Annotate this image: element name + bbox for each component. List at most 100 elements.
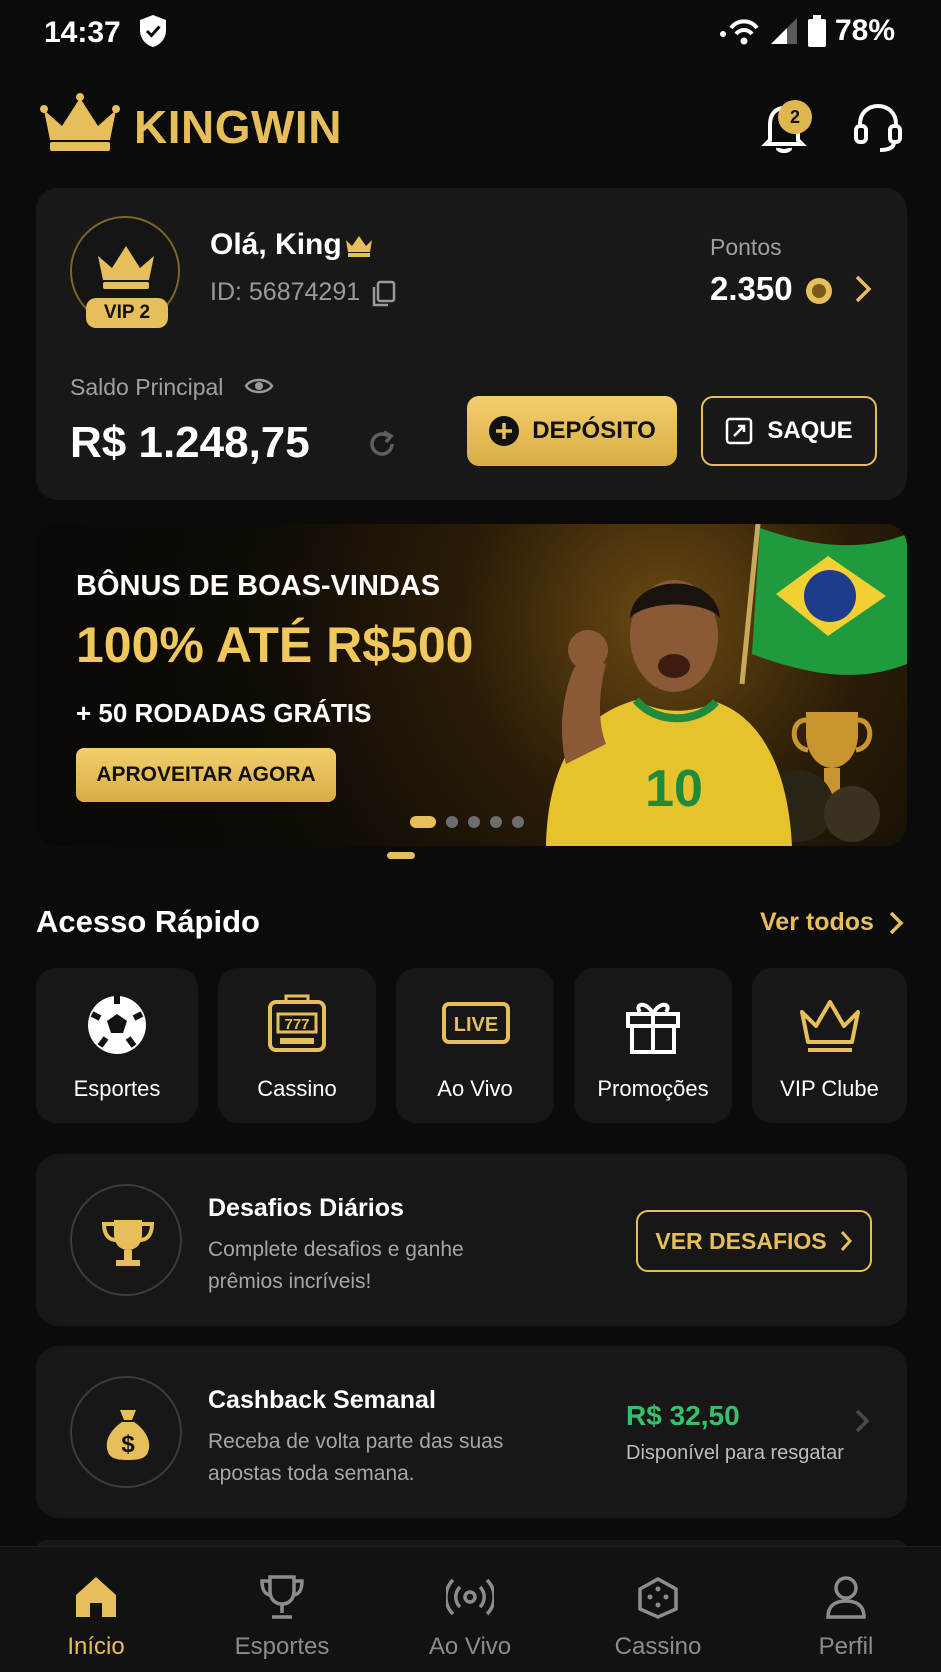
eye-icon[interactable] bbox=[244, 374, 274, 398]
challenges-description: Complete desafios e ganhe prêmios incrív… bbox=[208, 1234, 538, 1298]
quick-item-label: Cassino bbox=[257, 1076, 337, 1101]
user-id: ID: 56874291 bbox=[210, 278, 361, 306]
weekly-cashback-card[interactable]: $ Cashback Semanal Receba de volta parte… bbox=[36, 1346, 907, 1518]
quick-item-ao-vivo[interactable]: LIVE Ao Vivo bbox=[396, 968, 554, 1123]
crown-icon bbox=[98, 246, 154, 289]
vip-badge: VIP 2 bbox=[86, 298, 168, 328]
cashback-note: Disponível para resgatar bbox=[626, 1442, 844, 1464]
quick-item-label: Ao Vivo bbox=[437, 1076, 513, 1101]
copy-icon[interactable] bbox=[370, 280, 396, 308]
page-indicator bbox=[387, 852, 415, 859]
wifi-icon bbox=[719, 19, 759, 45]
chevron-right-icon bbox=[889, 911, 904, 934]
nav-label: Esportes bbox=[234, 1633, 330, 1660]
nav-item-esportes[interactable]: Esportes bbox=[202, 1547, 362, 1672]
nav-label: Ao Vivo bbox=[428, 1633, 512, 1660]
slot-machine-icon: 777 bbox=[268, 994, 326, 1052]
carousel-dot[interactable] bbox=[446, 816, 458, 828]
quick-item-cassino[interactable]: 777 Cassino bbox=[218, 968, 376, 1123]
crown-icon bbox=[800, 1000, 860, 1052]
trophy-icon-ring bbox=[70, 1184, 182, 1296]
live-icon: LIVE bbox=[442, 1002, 510, 1044]
see-all-label: Ver todos bbox=[760, 908, 874, 936]
battery-icon bbox=[807, 15, 826, 47]
broadcast-icon bbox=[446, 1578, 494, 1616]
banner-extra: + 50 RODADAS GRÁTIS bbox=[76, 698, 372, 728]
dice-icon bbox=[638, 1576, 678, 1619]
shield-check-icon bbox=[140, 15, 166, 47]
nav-item-inicio[interactable]: Início bbox=[16, 1547, 176, 1672]
nav-label: Início bbox=[67, 1633, 125, 1660]
quick-item-label: Esportes bbox=[73, 1076, 161, 1101]
quick-item-promocoes[interactable]: Promoções bbox=[574, 968, 732, 1123]
withdraw-button[interactable]: SAQUE bbox=[701, 396, 877, 466]
view-challenges-button[interactable]: VER DESAFIOS bbox=[636, 1210, 872, 1272]
quick-item-esportes[interactable]: Esportes bbox=[36, 968, 198, 1123]
signal-icon bbox=[770, 18, 797, 44]
quick-access-title: Acesso Rápido bbox=[36, 904, 260, 939]
balance-value: R$ 1.248,75 bbox=[70, 418, 310, 467]
cashback-title: Cashback Semanal bbox=[208, 1386, 436, 1414]
cashback-description-line: Receba de volta parte das suas bbox=[208, 1430, 504, 1453]
plus-circle-icon bbox=[489, 416, 520, 446]
headset-icon[interactable] bbox=[850, 98, 906, 154]
bottom-nav: Início Esportes Ao Vivo Cassino Perfil bbox=[0, 1546, 941, 1672]
chevron-right-icon[interactable] bbox=[854, 274, 872, 304]
points-label: Pontos bbox=[710, 234, 782, 260]
banner-title: 100% ATÉ R$500 bbox=[76, 617, 474, 673]
jersey-number: 10 bbox=[645, 760, 703, 818]
cashback-amount: R$ 32,50 bbox=[626, 1400, 740, 1431]
money-bag-icon-ring: $ bbox=[70, 1376, 182, 1488]
cashback-description: Receba de volta parte das suas apostas t… bbox=[208, 1426, 538, 1490]
nav-item-cassino[interactable]: Cassino bbox=[578, 1547, 738, 1672]
status-time: 14:37 bbox=[44, 16, 121, 49]
nav-item-ao-vivo[interactable]: Ao Vivo bbox=[390, 1547, 550, 1672]
status-bar: 14:37 78% bbox=[0, 0, 941, 66]
deposit-button[interactable]: DEPÓSITO bbox=[467, 396, 677, 466]
withdraw-icon bbox=[726, 417, 753, 445]
profile-card: VIP 2 Olá, King ID: 56874291 Pontos 2.35… bbox=[36, 188, 907, 500]
greeting: Olá, King bbox=[210, 228, 342, 261]
battery-percent: 78% bbox=[834, 14, 895, 47]
gift-icon bbox=[626, 1002, 680, 1054]
user-icon bbox=[826, 1576, 866, 1619]
carousel-dot[interactable] bbox=[468, 816, 480, 828]
quick-item-label: Promoções bbox=[597, 1076, 709, 1101]
carousel-dot[interactable] bbox=[410, 816, 436, 828]
nav-item-perfil[interactable]: Perfil bbox=[766, 1547, 926, 1672]
svg-text:$: $ bbox=[121, 1431, 135, 1458]
cashback-description-line: apostas toda semana. bbox=[208, 1462, 415, 1485]
home-icon bbox=[76, 1577, 116, 1617]
balance-label: Saldo Principal bbox=[70, 374, 224, 400]
status-icons: 78% bbox=[717, 14, 895, 48]
trophy-icon bbox=[101, 1220, 155, 1266]
brand-name: KINGWIN bbox=[134, 101, 342, 153]
promo-banner[interactable]: BÔNUS DE BOAS-VINDAS 100% ATÉ R$500 + 50… bbox=[36, 524, 907, 846]
soccer-ball-icon bbox=[88, 996, 146, 1054]
challenges-title: Desafios Diários bbox=[208, 1194, 404, 1222]
chevron-right-icon bbox=[840, 1231, 852, 1251]
trophy-icon bbox=[260, 1575, 304, 1619]
nav-label: Cassino bbox=[614, 1633, 702, 1660]
carousel-dot[interactable] bbox=[512, 816, 524, 828]
notification-badge: 2 bbox=[778, 100, 812, 134]
chevron-right-icon[interactable] bbox=[854, 1408, 870, 1434]
crown-logo-icon bbox=[40, 93, 120, 151]
coin-icon bbox=[806, 278, 832, 304]
see-all-link[interactable]: Ver todos bbox=[760, 908, 904, 937]
withdraw-label: SAQUE bbox=[767, 417, 853, 444]
carousel-dot[interactable] bbox=[490, 816, 502, 828]
deposit-label: DEPÓSITO bbox=[532, 417, 656, 444]
svg-text:777: 777 bbox=[284, 1016, 309, 1033]
refresh-icon[interactable] bbox=[366, 428, 398, 460]
svg-text:LIVE: LIVE bbox=[454, 1014, 498, 1036]
daily-challenges-card[interactable]: Desafios Diários Complete desafios e gan… bbox=[36, 1154, 907, 1326]
crown-small-icon bbox=[346, 236, 372, 257]
app-header: KINGWIN 2 bbox=[40, 88, 902, 164]
view-challenges-label: VER DESAFIOS bbox=[655, 1227, 827, 1254]
nav-label: Perfil bbox=[818, 1633, 874, 1660]
money-bag-icon: $ bbox=[106, 1410, 150, 1460]
challenges-description-line: prêmios incríveis! bbox=[208, 1270, 372, 1293]
banner-cta-button[interactable]: APROVEITAR AGORA bbox=[76, 748, 336, 802]
quick-item-vip-clube[interactable]: VIP Clube bbox=[752, 968, 907, 1123]
